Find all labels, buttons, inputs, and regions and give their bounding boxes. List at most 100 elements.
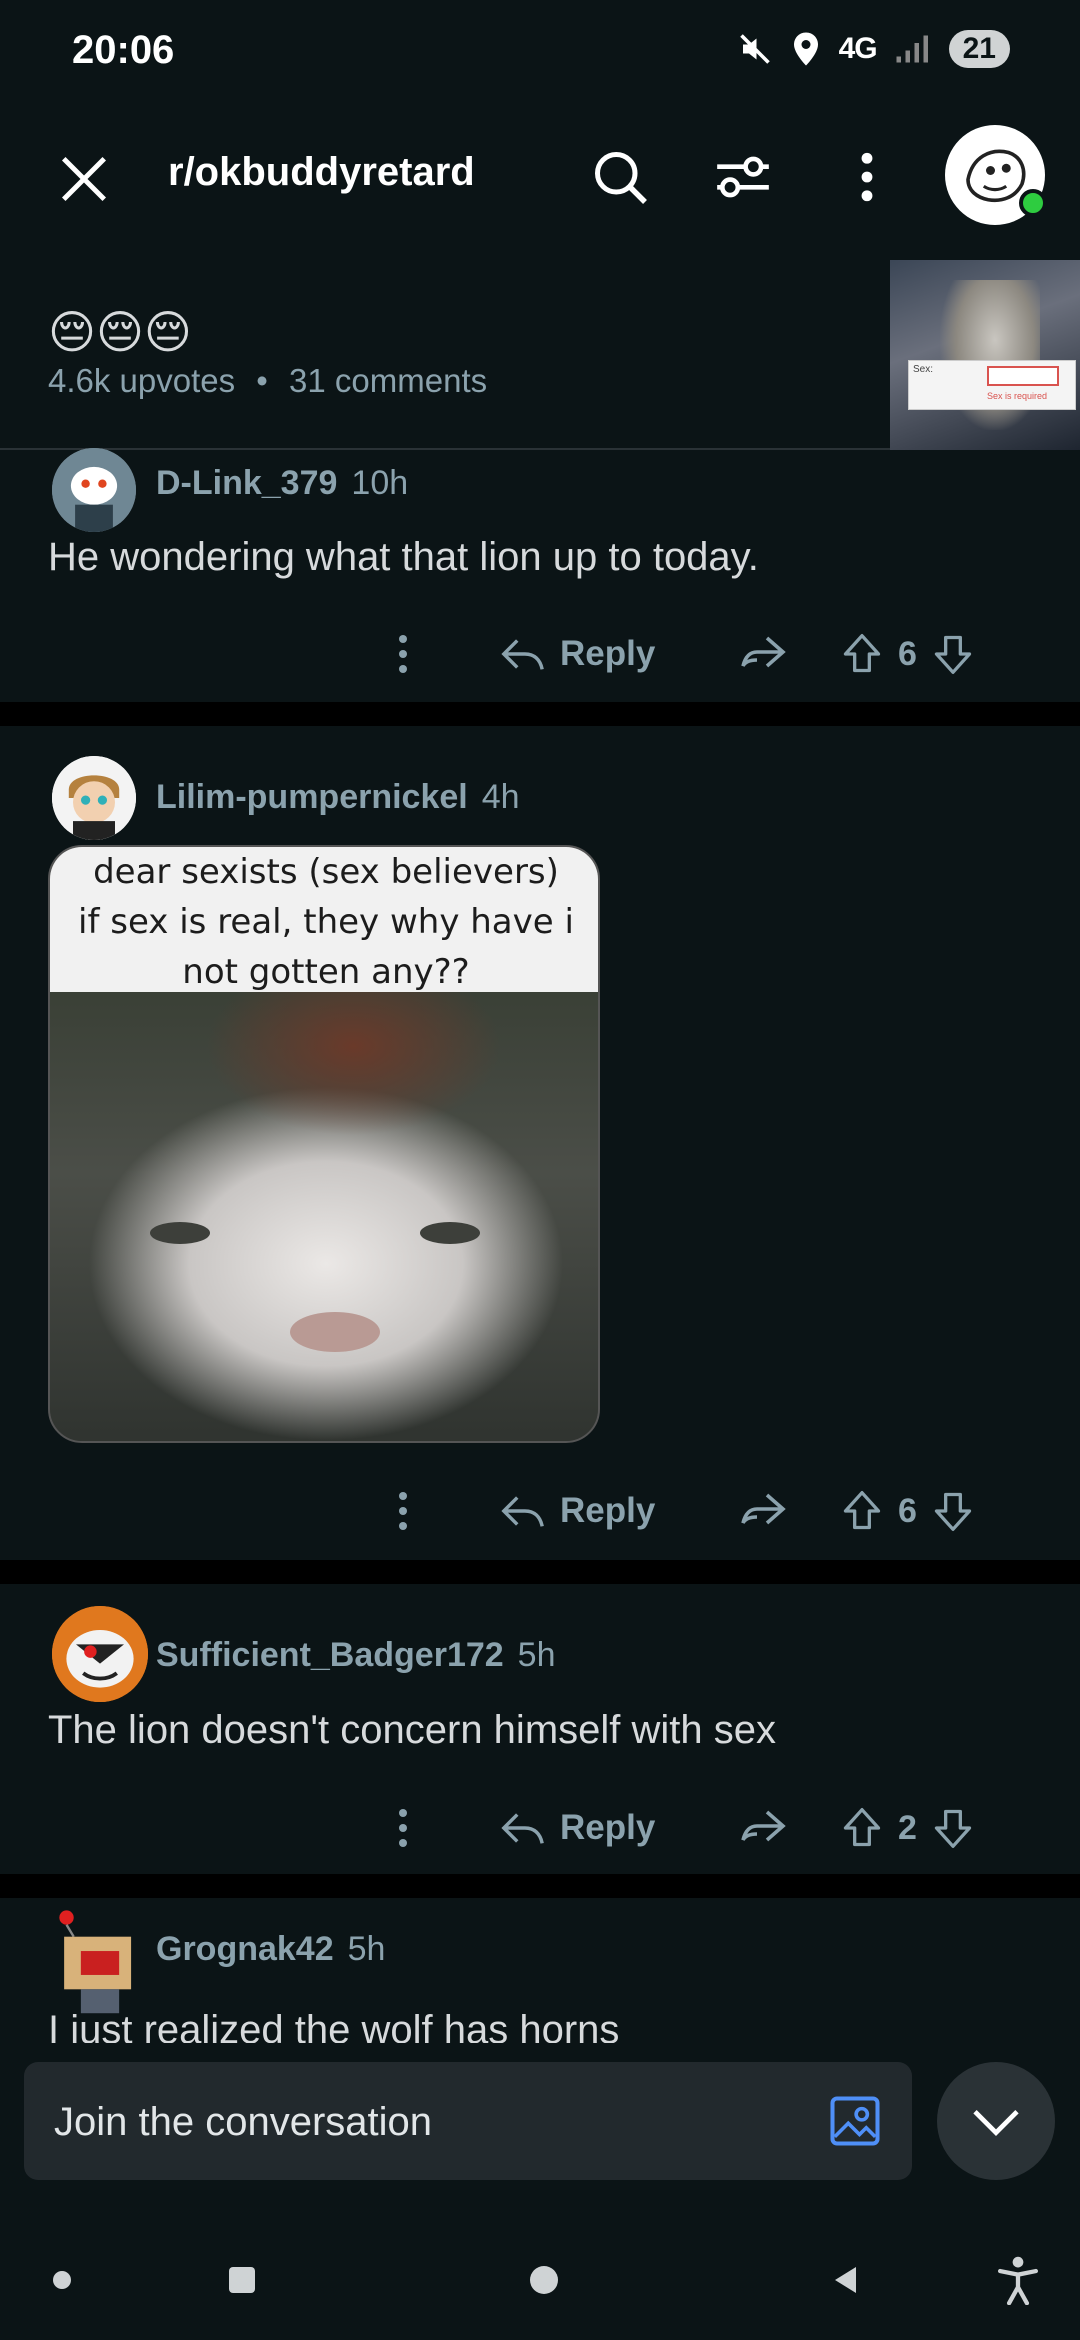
reply-button[interactable]: Reply: [500, 1788, 655, 1868]
downvote-icon[interactable]: [931, 1489, 975, 1533]
share-button[interactable]: [735, 1471, 790, 1551]
reply-button[interactable]: Reply: [500, 614, 655, 694]
comment-actions: Reply 2: [0, 1788, 1080, 1868]
recents-button[interactable]: [212, 2250, 272, 2310]
comment-more-button[interactable]: [388, 614, 418, 694]
close-button[interactable]: [50, 145, 118, 213]
collapse-comments-button[interactable]: [937, 2062, 1055, 2180]
circle-icon: [530, 2266, 558, 2294]
snoo-avatar-icon: [52, 448, 136, 532]
comment-author[interactable]: Grognak42: [156, 1930, 334, 1969]
comment-input[interactable]: Join the conversation: [24, 2062, 912, 2180]
more-vertical-icon: [399, 1492, 407, 1530]
filter-icon: [717, 156, 769, 198]
online-status-dot: [1019, 189, 1047, 217]
comment-input-placeholder: Join the conversation: [54, 2100, 433, 2144]
subreddit-title[interactable]: r/okbuddyretard: [168, 150, 475, 195]
comment-author-line: Lilim-pumpernickel 4h: [156, 778, 520, 817]
meme-caption-line: not gotten any??: [182, 952, 470, 992]
post-thumbnail[interactable]: Sex: Sex is required: [890, 260, 1080, 450]
vote-controls: 6: [840, 1471, 975, 1551]
share-icon: [740, 1810, 786, 1842]
comment-author[interactable]: Lilim-pumpernickel: [156, 778, 468, 817]
more-vertical-icon: [861, 152, 873, 202]
comment: Sufficient_Badger172 5h The lion doesn't…: [0, 1584, 1080, 1874]
cat-photo: [50, 992, 598, 1441]
cat-eye: [420, 1222, 480, 1244]
share-button[interactable]: [735, 614, 790, 694]
comment-author-line: D-Link_379 10h: [156, 464, 408, 503]
signal-icon: [895, 33, 931, 65]
back-button[interactable]: [815, 2250, 875, 2310]
chevron-down-icon: [973, 2110, 1019, 2136]
upvote-icon[interactable]: [840, 632, 884, 676]
meme-caption-line: if sex is real, they why have i: [78, 902, 574, 942]
downvote-icon[interactable]: [931, 632, 975, 676]
cartoon-avatar-icon: [52, 756, 136, 840]
image-icon: [830, 2096, 880, 2146]
vote-count: 6: [898, 1491, 917, 1530]
battery-icon: 21: [948, 30, 1010, 68]
accessibility-button[interactable]: [988, 2250, 1048, 2310]
home-button[interactable]: [514, 2250, 574, 2310]
search-button[interactable]: [585, 142, 655, 212]
comment-actions: Reply 6: [0, 614, 1080, 694]
reply-icon: [501, 1813, 544, 1844]
comment-age: 10h: [351, 464, 409, 502]
more-options-button[interactable]: [842, 142, 892, 212]
share-button[interactable]: [735, 1788, 790, 1868]
post-summary[interactable]: 😔😔😔 4.6k upvotes • 31 comments Sex: Sex …: [0, 250, 1080, 450]
comment-separator: [0, 1560, 1080, 1584]
reply-button[interactable]: Reply: [500, 1471, 655, 1551]
vote-controls: 6: [840, 614, 975, 694]
nav-dot-button[interactable]: [32, 2250, 92, 2310]
meme-caption: dear sexists (sex believers) if sex is r…: [50, 847, 598, 992]
triangle-back-icon: [835, 2267, 856, 2293]
comment-image[interactable]: dear sexists (sex believers) if sex is r…: [48, 845, 600, 1443]
more-vertical-icon: [399, 635, 407, 673]
meme-caption-line: dear sexists (sex believers): [93, 852, 559, 892]
user-avatar-button[interactable]: [945, 125, 1047, 225]
avatar[interactable]: [52, 448, 136, 532]
downvote-icon[interactable]: [931, 1806, 975, 1850]
comment: D-Link_379 10h He wondering what that li…: [0, 448, 1080, 702]
comment-more-button[interactable]: [388, 1788, 418, 1868]
comment-more-button[interactable]: [388, 1471, 418, 1551]
vote-count: 6: [898, 634, 917, 673]
thumbnail-form-label: Sex:: [913, 364, 934, 375]
more-vertical-icon: [399, 1809, 407, 1847]
comment-body: I just realized the wolf has horns: [48, 2008, 620, 2043]
location-icon: [791, 31, 821, 67]
upvote-icon[interactable]: [840, 1489, 884, 1533]
comment-author[interactable]: D-Link_379: [156, 464, 337, 503]
avatar[interactable]: [52, 756, 136, 840]
upvote-icon[interactable]: [840, 1806, 884, 1850]
vote-count: 2: [898, 1808, 917, 1847]
reply-label: Reply: [560, 1491, 656, 1530]
cat-eye: [150, 1222, 210, 1244]
comment-author-line: Grognak42 5h: [156, 1930, 385, 1969]
dot-icon: [53, 2271, 71, 2289]
comment-separator: [0, 1874, 1080, 1898]
comment-separator: [0, 702, 1080, 726]
filter-button[interactable]: [708, 142, 778, 212]
avatar[interactable]: [52, 1606, 148, 1702]
status-time: 20:06: [72, 28, 175, 72]
mute-icon: [737, 31, 773, 67]
avatar[interactable]: [52, 1908, 148, 2018]
app-header: r/okbuddyretard: [0, 110, 1080, 240]
comment-age: 4h: [481, 778, 520, 816]
comment-age: 5h: [347, 1930, 386, 1968]
attach-image-button[interactable]: [828, 2094, 882, 2148]
comment-author[interactable]: Sufficient_Badger172: [156, 1636, 504, 1675]
accessibility-icon: [998, 2256, 1038, 2305]
reply-label: Reply: [560, 1808, 656, 1847]
reply-label: Reply: [560, 634, 656, 673]
close-icon: [61, 156, 107, 202]
badger-avatar-icon: [52, 1606, 148, 1702]
comment-body: The lion doesn't concern himself with se…: [48, 1708, 776, 1752]
cat-nose: [290, 1312, 380, 1352]
network-type: 4G: [838, 32, 878, 65]
reply-icon: [501, 1496, 544, 1527]
comment: Grognak42 5h I just realized the wolf ha…: [0, 1898, 1080, 2043]
